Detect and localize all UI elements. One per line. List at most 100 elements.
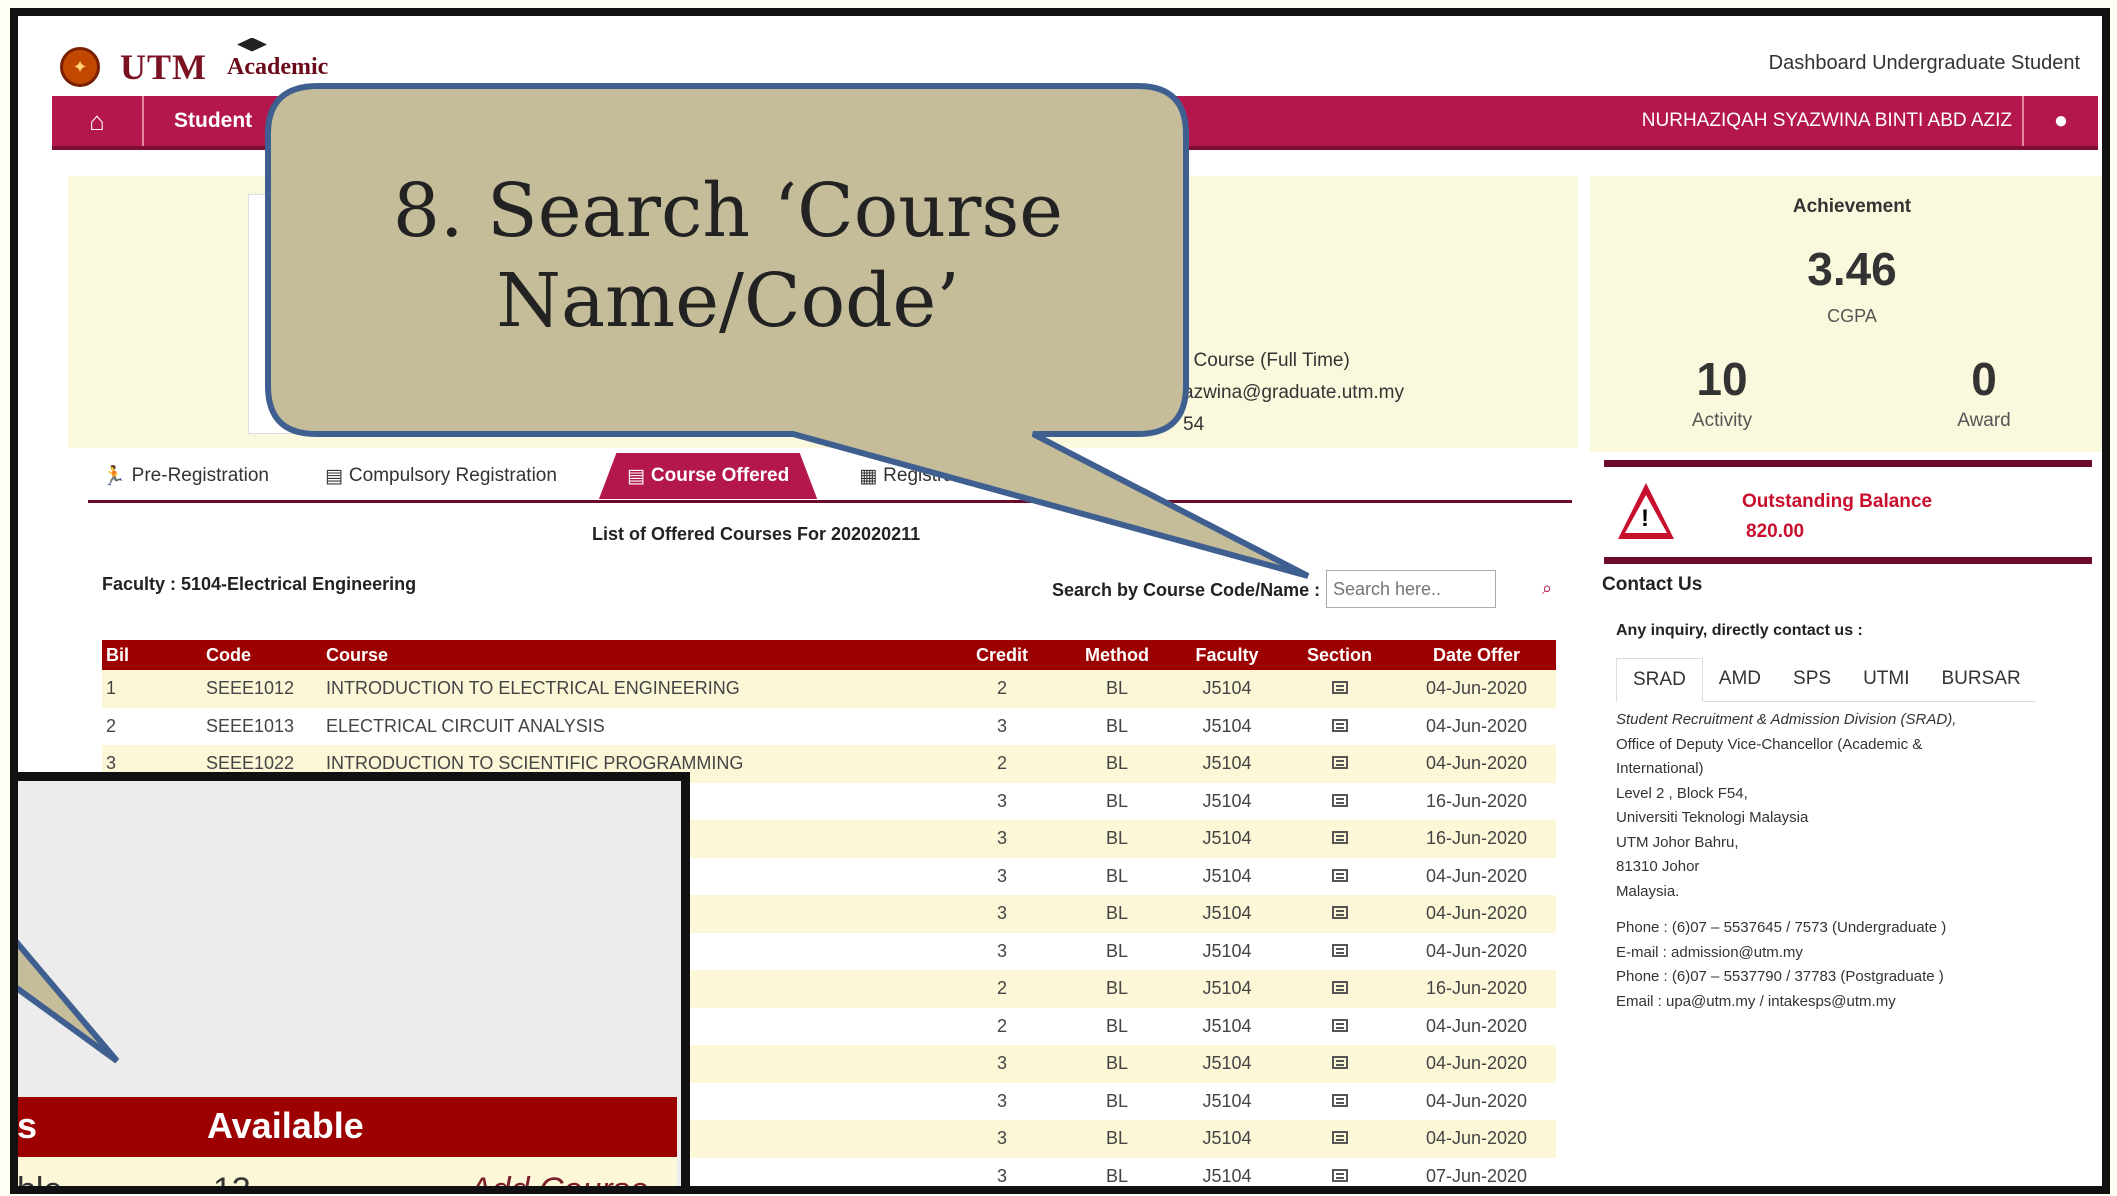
contact-tab-utmi[interactable]: UTMI <box>1847 658 1925 701</box>
inset-row: ble 13 Add Course <box>18 1157 677 1186</box>
cell-section <box>1282 1083 1397 1121</box>
cell-faculty: J5104 <box>1172 670 1282 708</box>
cell-method: BL <box>1105 1015 1129 1036</box>
arrow-pointer <box>597 1181 677 1194</box>
section-list-icon[interactable] <box>1331 1168 1348 1182</box>
cell-credit: 3 <box>942 820 1062 858</box>
cell-section <box>1282 933 1397 971</box>
book-icon: ▤ <box>324 465 343 487</box>
cell-credit: 3 <box>996 790 1007 811</box>
cgpa-value: 3.46 <box>1807 243 1897 295</box>
cell-credit: 3 <box>996 940 1007 961</box>
contact-address: Student Recruitment & Admission Division… <box>1616 711 1957 900</box>
search-input[interactable] <box>1326 570 1496 608</box>
top-navbar: ⌂ Student NURHAZIQAH SYAZWINA BINTI ABD … <box>52 96 2098 150</box>
nav-student-menu[interactable]: Student <box>174 109 252 133</box>
cell-faculty: J5104 <box>1202 865 1252 886</box>
tab-registration-schedule[interactable]: ▦ Registration Schedule <box>845 453 1083 499</box>
section-list-icon[interactable] <box>1331 1018 1348 1032</box>
cell-method: BL <box>1105 715 1129 736</box>
faculty-label: Faculty : 5104-Electrical Engineering <box>102 574 417 594</box>
contact-tab-bursar[interactable]: BURSAR <box>1926 658 2037 701</box>
cell-method: BL <box>1105 1090 1129 1111</box>
column-header: Section <box>1282 640 1397 670</box>
zoom-inset: s Available ble 13 Add Course <box>17 772 690 1194</box>
user-profile-icon[interactable]: ● <box>2022 96 2098 146</box>
tab-course-offered[interactable]: ▤ Course Offered <box>598 453 818 499</box>
section-list-icon[interactable] <box>1331 868 1348 882</box>
cell-section <box>1282 1120 1397 1158</box>
inset-header-col1: s <box>17 1105 38 1146</box>
cell-method: BL <box>1105 865 1129 886</box>
cell-faculty: J5104 <box>1202 790 1252 811</box>
cell-date: 04-Jun-2020 <box>1425 1015 1528 1036</box>
cell-method: BL <box>1062 745 1172 783</box>
search-label: Search by Course Code/Name : <box>1052 580 1321 600</box>
section-list-icon[interactable] <box>1331 906 1348 920</box>
section-list-icon[interactable] <box>1331 943 1348 957</box>
contact-tab-sps[interactable]: SPS <box>1777 658 1847 701</box>
award-label: Award <box>1957 410 2011 431</box>
user-name: NURHAZIQAH SYAZWINA BINTI ABD AZIZ <box>1641 110 2012 131</box>
section-list-icon[interactable] <box>1331 718 1348 732</box>
table-row: 2 SEEE1013 ELECTRICAL CIRCUIT ANALYSIS 3 BL J… <box>102 708 1556 746</box>
cell-faculty: J5104 <box>1172 1045 1282 1083</box>
section-list-icon[interactable] <box>1331 1131 1348 1145</box>
cell-method: BL <box>1062 970 1172 1008</box>
column-header: Faculty <box>1172 640 1282 670</box>
cell-faculty: J5104 <box>1202 940 1252 961</box>
outstanding-balance: ! Outstanding Balance 820.00 <box>1604 460 2092 564</box>
cell-faculty: J5104 <box>1172 1120 1282 1158</box>
contact-tab-srad[interactable]: SRAD <box>1616 658 1703 702</box>
cell-method: BL <box>1062 670 1172 708</box>
home-icon[interactable]: ⌂ <box>52 96 144 146</box>
cell-credit: 3 <box>996 865 1007 886</box>
cell-date: 04-Jun-2020 <box>1397 895 1556 933</box>
activity-stat: 10 Activity <box>1632 352 1812 432</box>
section-list-icon[interactable] <box>1331 756 1348 770</box>
activity-label: Activity <box>1691 410 1753 431</box>
contact-tab-amd[interactable]: AMD <box>1703 658 1777 701</box>
cell-faculty: J5104 <box>1202 1015 1252 1036</box>
tab-pre-registration[interactable]: 🏃 Pre-Registration <box>88 453 283 499</box>
balance-title: Outstanding Balance <box>1742 491 1933 512</box>
column-header: Bil <box>102 640 202 670</box>
section-list-icon[interactable] <box>1331 793 1348 807</box>
cell-date: 04-Jun-2020 <box>1425 715 1528 736</box>
cell-section <box>1282 745 1397 783</box>
cell-credit: 2 <box>942 745 1062 783</box>
cell-code: SEEE1013 <box>206 715 295 736</box>
tab-compulsory-registration[interactable]: ▤ Compulsory Registration <box>311 453 571 499</box>
contact-title: Contact Us <box>1602 574 1703 595</box>
contact-panel: Contact Us Any inquiry, directly contact… <box>1602 574 2102 1014</box>
cell-code: SEEE1012 <box>202 670 322 708</box>
cell-bil: 1 <box>102 670 202 708</box>
cell-section <box>1282 783 1397 821</box>
inset-header-available: Available <box>207 1105 364 1146</box>
cell-credit: 3 <box>942 895 1062 933</box>
book-icon: ▤ <box>626 465 645 487</box>
award-value: 0 <box>1971 353 1997 405</box>
search-icon[interactable]: ⌕ <box>1542 578 1552 599</box>
cell-section <box>1282 858 1397 896</box>
graduation-cap-icon <box>237 37 267 52</box>
column-header: Date Offer <box>1397 640 1556 670</box>
cell-method: BL <box>1062 1120 1172 1158</box>
cell-credit: 2 <box>996 1015 1007 1036</box>
activity-value: 10 <box>1696 353 1748 405</box>
section-list-icon[interactable] <box>1331 981 1348 995</box>
cell-faculty: J5104 <box>1172 745 1282 783</box>
cell-date: 07-Jun-2020 <box>1425 1165 1528 1186</box>
cell-section <box>1282 1008 1397 1046</box>
contact-tabs: SRAD AMD SPS UTMI BURSAR <box>1616 658 2036 702</box>
section-list-icon[interactable] <box>1331 681 1348 695</box>
cell-credit: 3 <box>996 1090 1007 1111</box>
section-list-icon[interactable] <box>1331 831 1348 845</box>
registration-tabs: 🏃 Pre-Registration ▤ Compulsory Registra… <box>88 452 1083 500</box>
column-header: Credit <box>942 640 1062 670</box>
section-list-icon[interactable] <box>1331 1056 1348 1070</box>
utm-logo-text: UTM <box>120 47 207 87</box>
brand-area: ✦ UTM Academic <box>60 37 328 88</box>
cell-course: INTRODUCTION TO ELECTRICAL ENGINEERING <box>322 670 942 708</box>
section-list-icon[interactable] <box>1331 1093 1348 1107</box>
